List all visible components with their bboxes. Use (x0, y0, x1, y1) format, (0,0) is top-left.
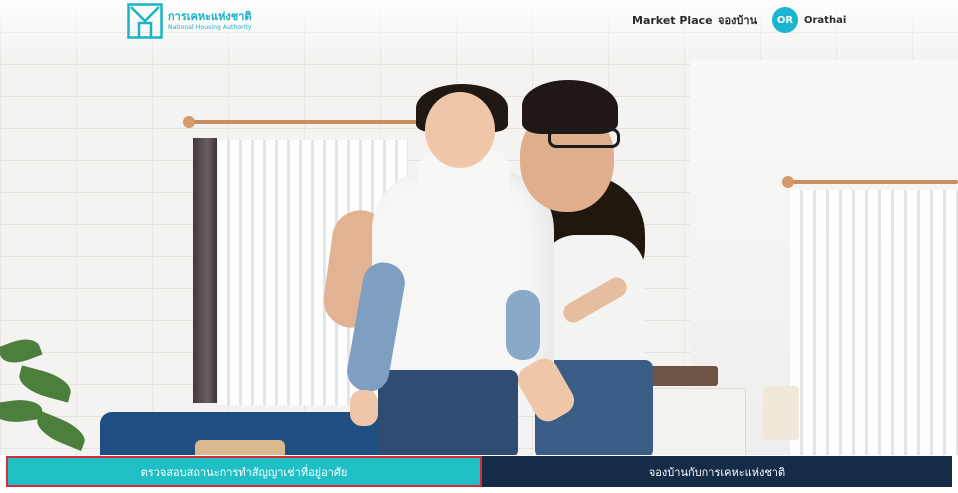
man-jeans (378, 370, 518, 455)
record-player (646, 366, 718, 386)
logo-text: การเคหะแห่งชาติ National Housing Authori… (168, 11, 252, 31)
curtain-rod-end (183, 116, 195, 128)
logo-name-english: National Housing Authority (168, 24, 252, 31)
site-header: การเคหะแห่งชาติ National Housing Authori… (0, 0, 958, 45)
curtain-rod-end (782, 176, 794, 188)
user-menu[interactable]: OR Orathai (772, 7, 846, 33)
nav-booking[interactable]: จองบ้าน (718, 0, 757, 40)
side-cabinet (648, 388, 746, 455)
hero-image (0, 0, 958, 455)
girl-foot (350, 390, 378, 426)
girl-head (425, 92, 495, 168)
market-place-link[interactable]: Market Place (632, 14, 713, 27)
check-contract-status-button[interactable]: ตรวจสอบสถานะการทำสัญญาเช่าที่อยู่อาศัย (6, 456, 482, 487)
man-glasses (548, 128, 620, 148)
sofa-cushion (195, 440, 285, 455)
man-hair (522, 80, 618, 134)
nav-market-place[interactable]: Market Place (632, 0, 713, 40)
logo-name-thai: การเคหะแห่งชาติ (168, 10, 252, 23)
table-lamp (763, 386, 799, 440)
curtain-rod-right (786, 180, 958, 184)
booking-link[interactable]: จองบ้าน (718, 11, 757, 29)
drape-curtain (193, 138, 217, 403)
sheer-curtain-right (790, 190, 958, 455)
curtain-rod-left (188, 120, 418, 124)
girl-leg (506, 290, 540, 360)
user-name[interactable]: Orathai (804, 15, 846, 26)
avatar[interactable]: OR (772, 7, 798, 33)
reserve-house-button[interactable]: จองบ้านกับการเคหะแห่งชาติ (482, 456, 952, 487)
action-bar: ตรวจสอบสถานะการทำสัญญาเช่าที่อยู่อาศัย จ… (0, 455, 958, 493)
nha-logo-icon (127, 3, 163, 39)
site-logo[interactable]: การเคหะแห่งชาติ National Housing Authori… (127, 3, 252, 39)
